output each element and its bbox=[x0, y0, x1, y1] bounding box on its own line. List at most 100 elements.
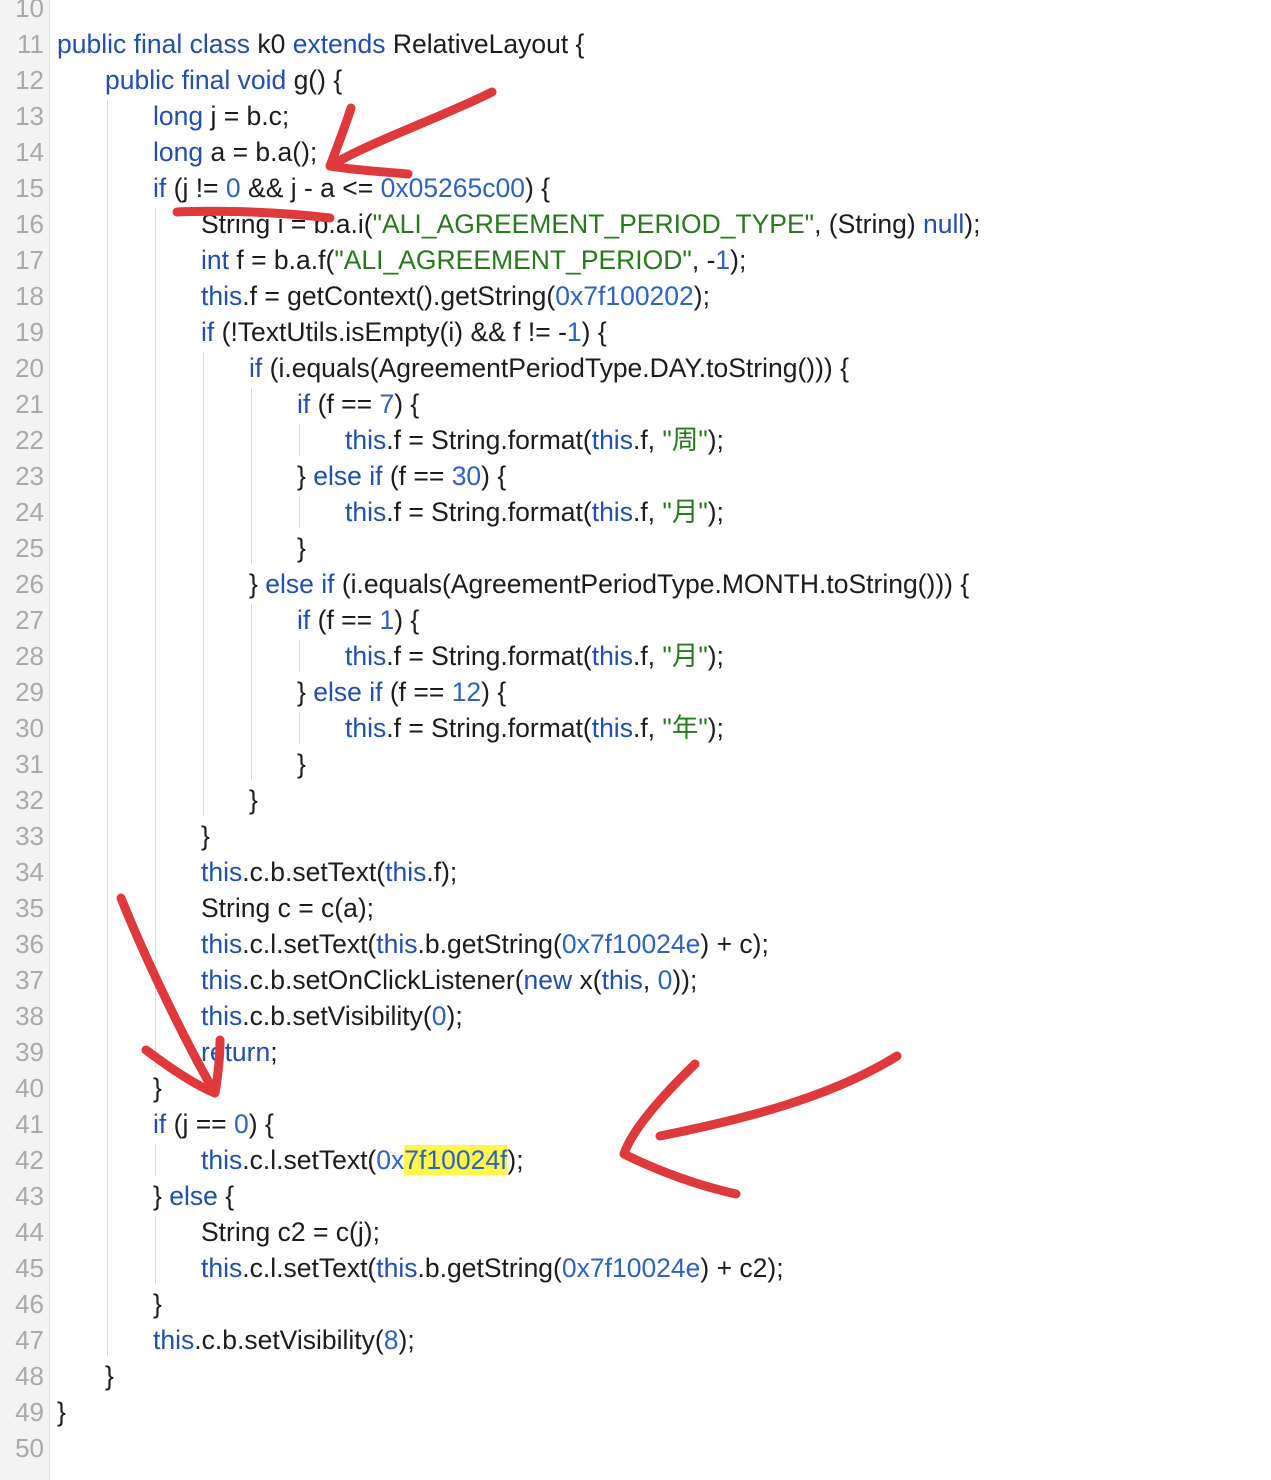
code-token: , (String) bbox=[814, 209, 924, 239]
code-line[interactable] bbox=[57, 0, 1271, 26]
code-token: } bbox=[153, 1181, 170, 1211]
code-line[interactable]: String i = b.a.i("ALI_AGREEMENT_PERIOD_T… bbox=[201, 206, 1271, 242]
code-line[interactable]: } bbox=[57, 1394, 1271, 1430]
code-token: this bbox=[591, 425, 633, 455]
code-token: .c.b.setText( bbox=[242, 857, 386, 887]
code-token: (f == bbox=[317, 605, 380, 635]
code-token: else if bbox=[265, 569, 342, 599]
code-line[interactable]: this.c.b.setVisibility(8); bbox=[153, 1322, 1271, 1358]
code-line[interactable]: this.f = String.format(this.f, "月"); bbox=[345, 638, 1271, 674]
code-token: String c = c(a); bbox=[201, 893, 375, 923]
indent-guide bbox=[251, 604, 252, 780]
code-token: )); bbox=[672, 965, 698, 995]
code-token: (i.equals(AgreementPeriodType.DAY.toStri… bbox=[269, 353, 849, 383]
code-token: (f == bbox=[389, 461, 452, 491]
code-line[interactable]: if (i.equals(AgreementPeriodType.DAY.toS… bbox=[249, 350, 1271, 386]
code-line[interactable]: this.c.l.setText(this.b.getString(0x7f10… bbox=[201, 1250, 1271, 1286]
code-line[interactable]: } bbox=[297, 746, 1271, 782]
code-token: .c.b.setVisibility( bbox=[242, 1001, 432, 1031]
code-line[interactable]: this.f = String.format(this.f, "周"); bbox=[345, 422, 1271, 458]
code-token: 0 bbox=[431, 1001, 447, 1031]
code-line[interactable]: } else if (i.equals(AgreementPeriodType.… bbox=[249, 566, 1271, 602]
code-token: else if bbox=[313, 677, 390, 707]
code-token: 0x bbox=[376, 1145, 405, 1175]
code-line[interactable]: if (j != 0 && j - a <= 0x05265c00) { bbox=[153, 170, 1271, 206]
code-token: } bbox=[297, 749, 306, 779]
code-editor[interactable]: 10 11 12 13 14 15 16 17 18 19 20 21 22 23 24 25 26 27 28 29… bbox=[0, 0, 1271, 1480]
code-token: .c.l.setText( bbox=[242, 1145, 377, 1175]
code-line[interactable]: } bbox=[201, 818, 1271, 854]
code-token: .f = String.format( bbox=[386, 713, 592, 743]
code-area[interactable]: public final class k0 extends RelativeLa… bbox=[0, 0, 1271, 1480]
code-line[interactable]: } else { bbox=[153, 1178, 1271, 1214]
code-line[interactable]: this.f = String.format(this.f, "年"); bbox=[345, 710, 1271, 746]
code-line[interactable]: if (j == 0) { bbox=[153, 1106, 1271, 1142]
code-token: this bbox=[376, 1253, 418, 1283]
code-line[interactable]: this.c.l.setText(this.b.getString(0x7f10… bbox=[201, 926, 1271, 962]
code-token: ) + c); bbox=[700, 929, 769, 959]
code-token: else if bbox=[313, 461, 390, 491]
code-line[interactable]: long a = b.a(); bbox=[153, 134, 1271, 170]
code-line[interactable]: String c = c(a); bbox=[201, 890, 1271, 926]
code-token: this bbox=[201, 1001, 243, 1031]
code-line[interactable]: this.c.b.setText(this.f); bbox=[201, 854, 1271, 890]
code-line[interactable]: } else if (f == 12) { bbox=[297, 674, 1271, 710]
code-token: .f = String.format( bbox=[386, 641, 592, 671]
code-line[interactable]: } bbox=[153, 1286, 1271, 1322]
code-token: this bbox=[591, 641, 633, 671]
code-line[interactable]: } bbox=[105, 1358, 1271, 1394]
code-token: .c.l.setText( bbox=[242, 1253, 377, 1283]
code-token: .f = String.format( bbox=[386, 425, 592, 455]
code-token: new bbox=[523, 965, 580, 995]
code-token: ); bbox=[964, 209, 981, 239]
code-token: } bbox=[297, 533, 306, 563]
code-token: .c.b.setVisibility( bbox=[194, 1325, 384, 1355]
code-token: (j != bbox=[173, 173, 226, 203]
code-token: "年" bbox=[662, 713, 708, 743]
code-line[interactable] bbox=[57, 1430, 1271, 1466]
code-token: (f == bbox=[317, 389, 380, 419]
code-token: 0x7f100202 bbox=[555, 281, 694, 311]
code-line[interactable]: int f = b.a.f("ALI_AGREEMENT_PERIOD", -1… bbox=[201, 242, 1271, 278]
code-token: if bbox=[297, 389, 318, 419]
code-line[interactable]: public final void g() { bbox=[105, 62, 1271, 98]
code-line[interactable]: if (!TextUtils.isEmpty(i) && f != -1) { bbox=[201, 314, 1271, 350]
code-token: public final void bbox=[105, 65, 294, 95]
code-token: } bbox=[201, 821, 210, 851]
code-line[interactable]: if (f == 1) { bbox=[297, 602, 1271, 638]
code-line[interactable]: this.c.b.setVisibility(0); bbox=[201, 998, 1271, 1034]
code-token: 0 bbox=[657, 965, 673, 995]
code-token: } bbox=[153, 1073, 162, 1103]
code-token: 1 bbox=[379, 605, 395, 635]
code-token: .f, bbox=[632, 641, 663, 671]
code-token: this bbox=[201, 1145, 243, 1175]
code-line[interactable]: String c2 = c(j); bbox=[201, 1214, 1271, 1250]
code-line[interactable]: if (f == 7) { bbox=[297, 386, 1271, 422]
code-line[interactable]: this.f = String.format(this.f, "月"); bbox=[345, 494, 1271, 530]
code-token: this bbox=[591, 713, 633, 743]
code-token: if bbox=[249, 353, 270, 383]
code-token: } bbox=[57, 1397, 66, 1427]
indent-guide bbox=[299, 640, 300, 672]
code-token: ) { bbox=[481, 677, 507, 707]
code-token: this bbox=[345, 713, 387, 743]
code-token: this bbox=[201, 281, 243, 311]
code-line[interactable]: public final class k0 extends RelativeLa… bbox=[57, 26, 1271, 62]
code-token: (!TextUtils.isEmpty(i) && f != - bbox=[221, 317, 567, 347]
code-token: .f = String.format( bbox=[386, 497, 592, 527]
code-line[interactable]: this.c.b.setOnClickListener(new x(this, … bbox=[201, 962, 1271, 998]
code-line[interactable]: long j = b.c; bbox=[153, 98, 1271, 134]
code-line[interactable]: this.f = getContext().getString(0x7f1002… bbox=[201, 278, 1271, 314]
code-token: (j == bbox=[173, 1109, 235, 1139]
code-token: .f, bbox=[632, 497, 663, 527]
code-line[interactable]: } bbox=[297, 530, 1271, 566]
code-token: this bbox=[376, 929, 418, 959]
code-line[interactable]: this.c.l.setText(0x7f10024f); bbox=[201, 1142, 1271, 1178]
highlighted-token: 7f10024f bbox=[404, 1145, 508, 1175]
code-line[interactable]: } else if (f == 30) { bbox=[297, 458, 1271, 494]
code-line[interactable]: } bbox=[249, 782, 1271, 818]
code-token: this bbox=[345, 641, 387, 671]
code-line[interactable]: return; bbox=[201, 1034, 1271, 1070]
code-line[interactable]: } bbox=[153, 1070, 1271, 1106]
indent-guide bbox=[299, 712, 300, 744]
